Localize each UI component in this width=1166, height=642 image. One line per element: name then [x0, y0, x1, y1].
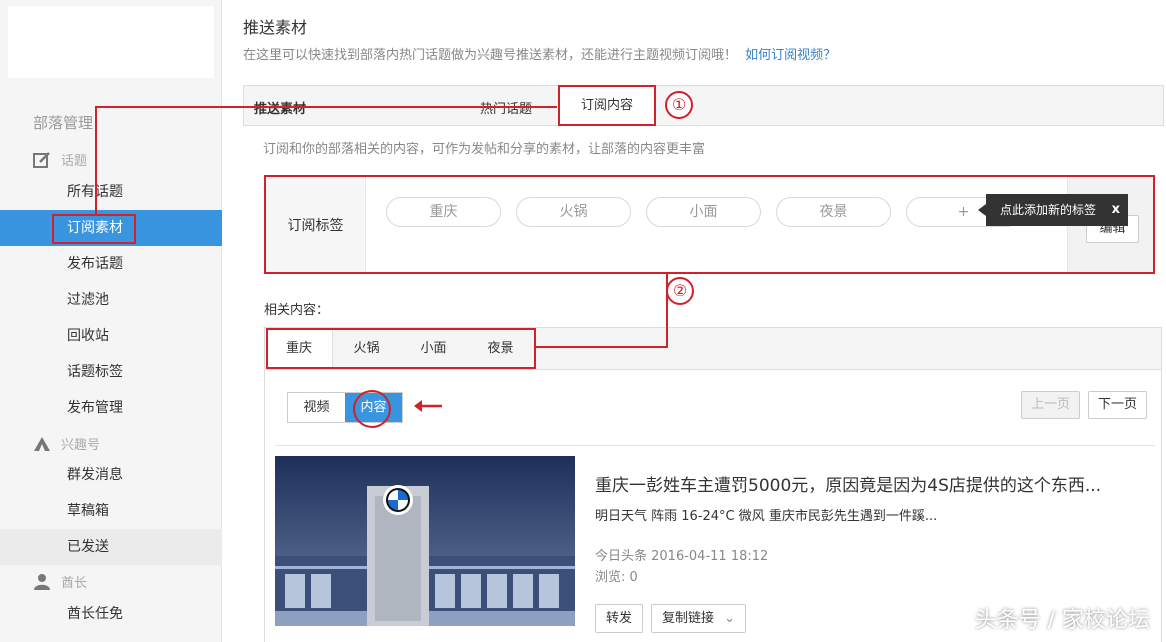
tag-pill[interactable]: 小面	[646, 197, 761, 227]
annotation-line	[95, 106, 97, 214]
annotation-step-1: ①	[665, 91, 693, 119]
divider	[275, 445, 1155, 446]
related-content-panel: 重庆 火锅 小面 夜景 视频 内容 上一页 下一页 重庆一彭姓车主遭罚5000元…	[264, 327, 1162, 642]
sidebar-group-label: 话题	[61, 154, 88, 169]
user-icon	[33, 573, 51, 591]
content-type-highlight	[353, 390, 391, 428]
annotation-step-2: ②	[666, 277, 694, 305]
sidebar-item-mass-message[interactable]: 群发消息	[0, 457, 222, 493]
sidebar: 部落管理 话题 所有话题 订阅素材 发布话题 过滤池 回收站 话题标签 发布管理…	[0, 0, 222, 642]
edit-icon	[33, 151, 51, 169]
pager: 上一页 下一页	[1013, 391, 1147, 419]
tooltip-text: 点此添加新的标签	[1000, 203, 1097, 217]
sidebar-item-recycle-bin[interactable]: 回收站	[0, 318, 222, 354]
sidebar-item-topic-tags[interactable]: 话题标签	[0, 354, 222, 390]
article-title[interactable]: 重庆一彭姓车主遭罚5000元，原因竟是因为4S店提供的这个东西...	[595, 471, 1101, 496]
article-summary: 明日天气 阵雨 16-24°C 微风 重庆市民彭先生遇到一件蹊...	[595, 509, 938, 524]
next-page-button[interactable]: 下一页	[1087, 391, 1147, 419]
help-link[interactable]: 如何订阅视频？	[745, 48, 836, 63]
sidebar-highlight	[52, 214, 136, 244]
article-actions: 转发 复制链接 ⌄	[595, 604, 754, 633]
article-views: 浏览: 0	[595, 570, 638, 585]
watermark: 头条号 / 家校论坛	[974, 608, 1150, 633]
add-tag-tooltip: 点此添加新的标签 x	[978, 194, 1128, 226]
copy-link-dropdown[interactable]: 复制链接 ⌄	[651, 604, 747, 633]
subscribe-tags-box: 订阅标签 重庆 火锅 小面 夜景 + 编辑 点此添加新的标签 x	[264, 175, 1155, 274]
subscribe-description: 订阅和你的部落相关的内容，可作为发帖和分享的素材，让部落的内容更丰富	[263, 142, 706, 157]
tags-label: 订阅标签	[266, 177, 366, 272]
tab-subscribe-content[interactable]: 订阅内容	[558, 85, 656, 126]
page-title: 推送素材	[243, 18, 308, 37]
arrow-left-icon	[412, 396, 444, 420]
sidebar-item-publish-manage[interactable]: 发布管理	[0, 390, 222, 426]
related-tabs: 重庆 火锅 小面 夜景	[265, 328, 1161, 370]
tag-pill[interactable]: 火锅	[516, 197, 631, 227]
sidebar-group-topics: 话题	[33, 150, 87, 169]
sidebar-group-chief: 酋长	[33, 572, 87, 591]
sidebar-item-all-topics[interactable]: 所有话题	[0, 174, 222, 210]
annotation-line	[535, 346, 668, 348]
sidebar-item-drafts[interactable]: 草稿箱	[0, 493, 222, 529]
sidebar-group-label: 兴趣号	[61, 438, 101, 453]
sidebar-item-filter-pool[interactable]: 过滤池	[0, 282, 222, 318]
sidebar-item-sent[interactable]: 已发送	[0, 529, 222, 565]
sidebar-section-title: 部落管理	[33, 114, 94, 132]
article-thumbnail	[275, 456, 575, 626]
tooltip-close-button[interactable]: x	[1112, 194, 1120, 226]
chevron-down-icon: ⌄	[724, 611, 736, 626]
copy-link-label: 复制链接	[662, 611, 715, 626]
sidebar-group-interest: 兴趣号	[33, 434, 100, 453]
type-video-button[interactable]: 视频	[288, 393, 345, 422]
page-description: 在这里可以快速找到部落内热门话题做为兴趣号推送素材，还能进行主题视频订阅哦！ 如…	[243, 44, 836, 63]
description-text: 在这里可以快速找到部落内热门话题做为兴趣号推送素材，还能进行主题视频订阅哦！	[243, 48, 738, 63]
sidebar-group-label: 酋长	[61, 576, 88, 591]
forward-button[interactable]: 转发	[595, 604, 644, 633]
group-icon	[33, 435, 51, 453]
sidebar-item-chief-appoint[interactable]: 酋长任免	[0, 596, 222, 632]
related-content-label: 相关内容：	[264, 303, 330, 318]
logo-area	[8, 6, 214, 78]
sidebar-item-publish-topic[interactable]: 发布话题	[0, 246, 222, 282]
related-tabs-highlight	[266, 328, 536, 369]
prev-page-button[interactable]: 上一页	[1020, 391, 1080, 419]
article-meta: 今日头条 2016-04-11 18:12	[595, 549, 769, 564]
tag-pill[interactable]: 夜景	[776, 197, 891, 227]
annotation-line	[95, 106, 557, 108]
tag-pill[interactable]: 重庆	[386, 197, 501, 227]
